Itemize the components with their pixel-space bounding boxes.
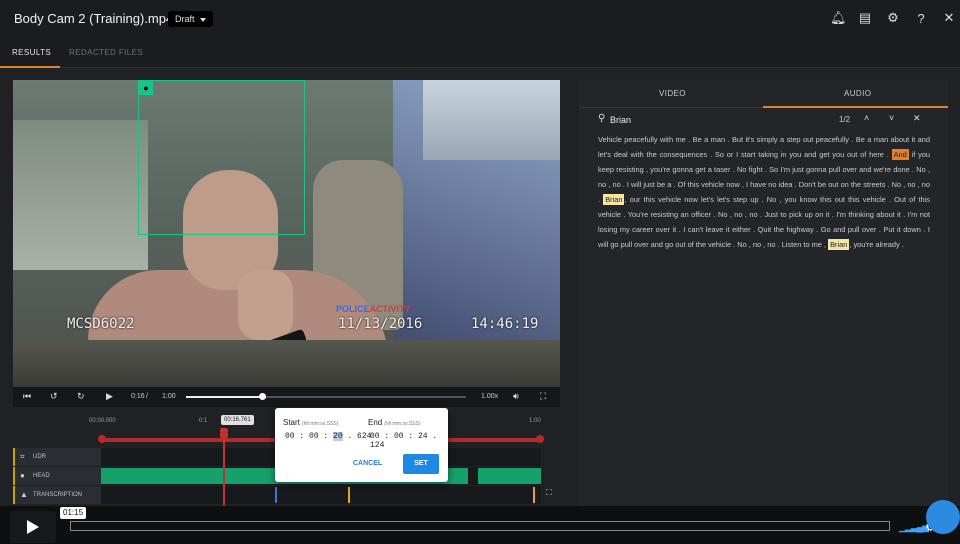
close-icon[interactable]: ✕ bbox=[942, 10, 956, 26]
time-separator: / bbox=[146, 393, 148, 400]
end-time-input[interactable]: 00 : 00 : 24 . 124 bbox=[370, 432, 448, 450]
outer-progress-bar[interactable] bbox=[70, 521, 890, 531]
search-icon: ⚲ bbox=[598, 113, 606, 124]
video-progress-bar[interactable] bbox=[186, 393, 466, 400]
video-frame[interactable]: ● POLICEACTIVITY MCSD6022 11/13/2016 14:… bbox=[13, 80, 560, 387]
active-tab-underline bbox=[0, 66, 60, 68]
timeline-end-tick: 1:00 bbox=[529, 418, 541, 424]
gear-icon[interactable]: ⚙ bbox=[886, 10, 900, 26]
head-segment[interactable] bbox=[478, 468, 541, 484]
floating-action-button[interactable] bbox=[926, 500, 960, 534]
search-input[interactable]: Brian bbox=[610, 115, 631, 125]
transcription-marker[interactable] bbox=[348, 487, 350, 503]
range-start-handle[interactable] bbox=[98, 435, 106, 443]
time-range-popup: Start (hh:mm:ss.SSS) 00 : 00 : 20 . 624 E… bbox=[275, 408, 448, 482]
clear-search-icon[interactable]: ✕ bbox=[913, 113, 921, 124]
transcript-current-word[interactable]: And bbox=[891, 149, 909, 160]
end-label: End (hh:mm:ss.SSS) bbox=[368, 418, 421, 427]
transcription-marker[interactable] bbox=[533, 487, 535, 503]
video-controls: ⏮ ↺ ↻ ▶ 0:16 / 1:00 1.00x 🔊︎ ⛶ bbox=[13, 387, 560, 407]
outer-player-bar: 01:15 ▁▂▃▄▅ ⚙ ⛶ bbox=[0, 506, 960, 544]
current-time: 0:16 bbox=[131, 393, 145, 400]
file-title: Body Cam 2 (Training).mp4 bbox=[14, 11, 174, 26]
audio-transcript: Vehicle peacefully with me . Be a man . … bbox=[598, 135, 931, 250]
transcription-marker[interactable] bbox=[275, 487, 277, 503]
cancel-button[interactable]: CANCEL bbox=[353, 460, 382, 467]
tab-redacted-files[interactable]: REDACTED FILES bbox=[69, 48, 143, 57]
video-scene-dashboard bbox=[13, 340, 560, 387]
chevron-down-icon[interactable]: ˅ bbox=[889, 113, 894, 123]
tab-results[interactable]: RESULTS bbox=[12, 48, 51, 57]
outer-play-button[interactable] bbox=[10, 511, 56, 543]
top-icons: 🔔︎ ▤ ⚙ ? ✕ bbox=[830, 10, 956, 26]
tab-video[interactable]: VIDEO bbox=[659, 89, 686, 98]
play-icon bbox=[27, 520, 39, 534]
track-lane-transcription[interactable] bbox=[101, 486, 541, 504]
message-icon[interactable]: ▤ bbox=[858, 10, 872, 26]
main-tabs: RESULTS REDACTED FILES bbox=[0, 38, 960, 68]
draft-status-dropdown[interactable]: Draft bbox=[168, 11, 213, 27]
start-label: Start (hh:mm:ss.SSS) bbox=[283, 418, 339, 427]
timeline-start-tick: 00:00.000 bbox=[89, 418, 116, 424]
range-end-handle[interactable] bbox=[536, 435, 544, 443]
top-bar: Body Cam 2 (Training).mp4 Draft 🔔︎ ▤ ⚙ ?… bbox=[0, 0, 960, 38]
fast-forward-icon[interactable]: ↻ bbox=[77, 391, 85, 402]
help-icon[interactable]: ? bbox=[914, 11, 928, 26]
match-count: 1/2 bbox=[839, 115, 851, 124]
overlay-camera-id: MCSD6022 bbox=[67, 316, 135, 332]
video-scene-window bbox=[13, 120, 148, 270]
duration: 1:00 bbox=[162, 393, 176, 400]
app-root: Body Cam 2 (Training).mp4 Draft 🔔︎ ▤ ⚙ ?… bbox=[0, 0, 960, 544]
video-scene-person-hand bbox=[238, 270, 293, 340]
head-icon: ● bbox=[139, 81, 153, 95]
playback-speed[interactable]: 1.00x bbox=[481, 393, 498, 400]
transcription-icon: ▲ bbox=[20, 490, 28, 499]
start-time-input[interactable]: 00 : 00 : 20 . 624 bbox=[285, 432, 371, 441]
set-button[interactable]: SET bbox=[403, 454, 439, 474]
detail-panel: VIDEO AUDIO ⚲ Brian 1/2 ˄ ˅ ✕ Vehicle pe… bbox=[579, 80, 948, 520]
tab-audio[interactable]: AUDIO bbox=[844, 89, 871, 98]
track-label-transcription[interactable]: ▲ TRANSCRIPTION bbox=[13, 486, 101, 504]
timeline-mid-tick: 0:1 bbox=[199, 418, 208, 424]
head-icon: ● bbox=[20, 471, 25, 480]
caret-down-icon bbox=[199, 17, 206, 22]
outer-time-tooltip: 01:15 bbox=[60, 507, 87, 519]
volume-level-icon[interactable]: ▁▂▃▄▅ bbox=[899, 522, 929, 533]
bounding-box-icon: ⌗ bbox=[20, 452, 25, 461]
track-transcription: ▲ TRANSCRIPTION ⛶ bbox=[13, 486, 560, 504]
video-scene-door-window bbox=[423, 80, 560, 160]
active-panel-tab-underline bbox=[763, 106, 948, 108]
overlay-brand-logo: POLICEACTIVITY bbox=[336, 304, 411, 314]
bell-icon[interactable]: 🔔︎ bbox=[830, 10, 847, 26]
draft-status-label: Draft bbox=[175, 14, 195, 24]
fullscreen-icon[interactable]: ⛶ bbox=[540, 391, 546, 402]
search-match[interactable]: Brian bbox=[828, 239, 850, 250]
face-detection-box[interactable]: ● bbox=[138, 80, 305, 235]
expand-icon[interactable]: ⛶ bbox=[546, 488, 552, 498]
play-icon[interactable]: ▶ bbox=[106, 391, 113, 402]
overlay-time: 14:46:19 bbox=[471, 316, 539, 332]
chevron-up-icon[interactable]: ˄ bbox=[864, 113, 869, 123]
video-progress-knob[interactable] bbox=[258, 393, 266, 400]
search-match[interactable]: Brian bbox=[603, 194, 625, 205]
rewind-icon[interactable]: ↺ bbox=[50, 391, 58, 402]
video-progress-fill bbox=[186, 396, 262, 398]
track-label-udr[interactable]: ⌗ UDR bbox=[13, 448, 101, 466]
skip-start-icon[interactable]: ⏮ bbox=[23, 391, 31, 402]
overlay-date: 11/13/2016 bbox=[338, 316, 423, 332]
volume-icon[interactable]: 🔊︎ bbox=[513, 391, 519, 402]
playhead-time-label: 00:16.761 bbox=[221, 415, 254, 425]
track-label-head[interactable]: ● HEAD bbox=[13, 467, 101, 485]
